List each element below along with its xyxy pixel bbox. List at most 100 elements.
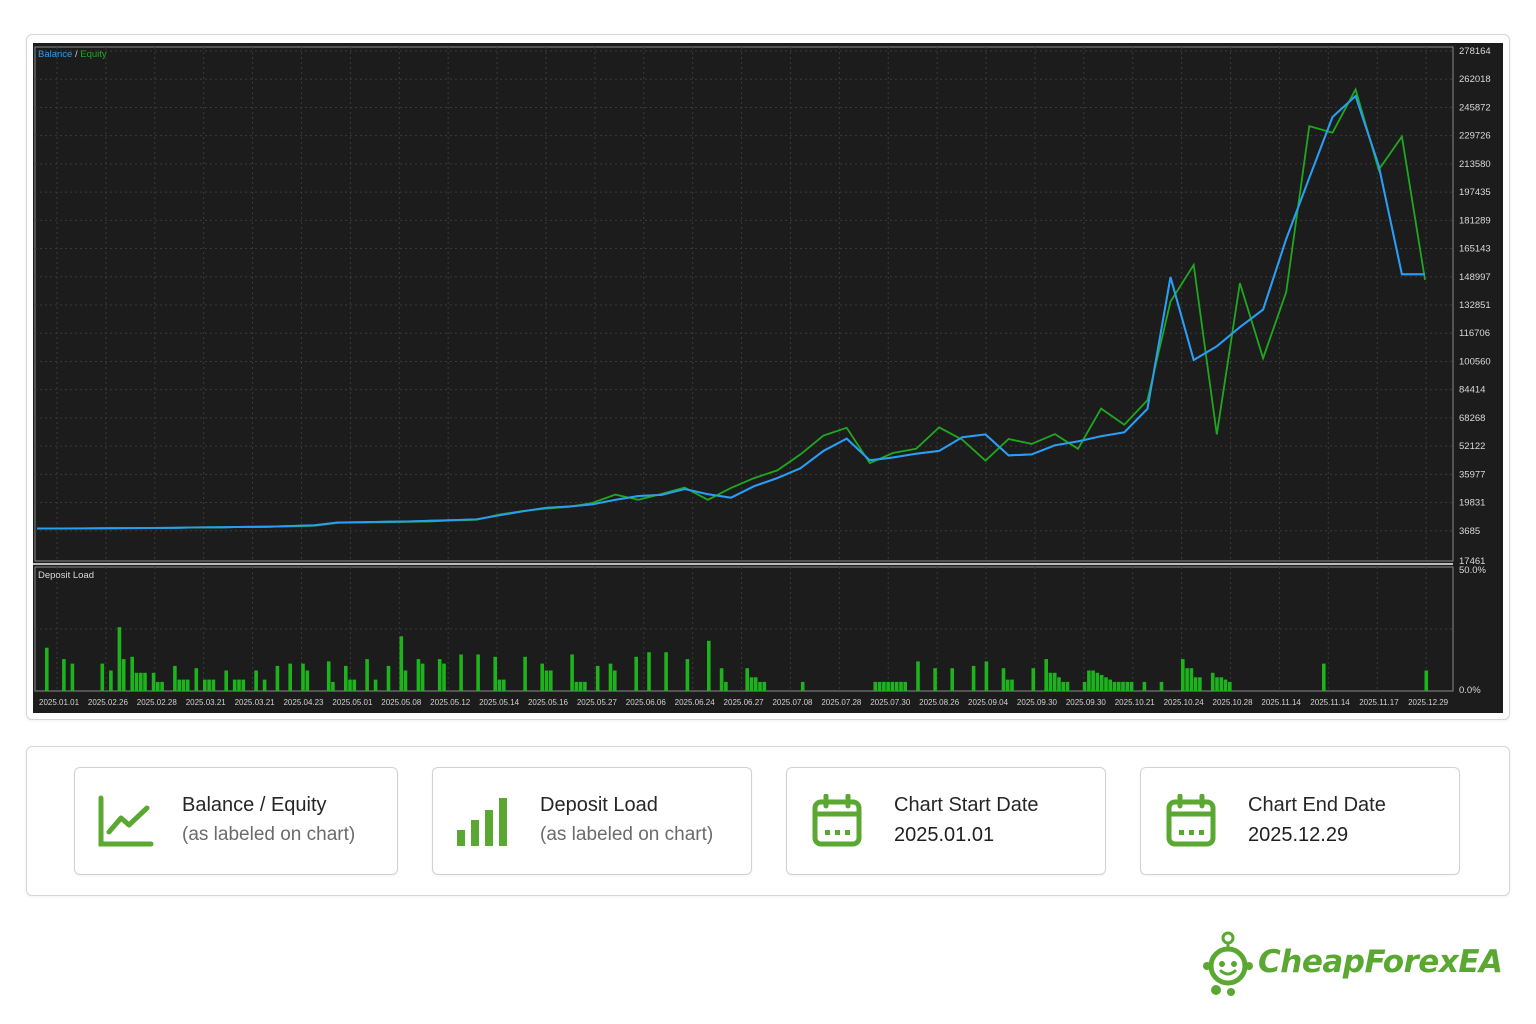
- deposit-bar: [1185, 668, 1189, 691]
- deposit-bar: [634, 656, 638, 691]
- deposit-bar: [1228, 681, 1232, 691]
- x-tick-label: 2025.01.01: [39, 698, 80, 707]
- deposit-bar: [151, 672, 156, 691]
- y-tick-label: 229726: [1459, 131, 1491, 142]
- deposit-bar: [1142, 681, 1147, 691]
- deposit-bar: [877, 681, 882, 691]
- deposit-bar: [1057, 677, 1061, 691]
- deposit-bar: [544, 670, 549, 691]
- deposit-bar: [331, 681, 335, 691]
- y-tick-label: 3685: [1459, 526, 1480, 537]
- deposit-bar: [950, 668, 954, 691]
- x-tick-label: 2025.06.24: [675, 698, 716, 707]
- deposit-bar: [1048, 672, 1053, 691]
- deposit-bar: [1082, 681, 1087, 691]
- deposit-bar: [894, 681, 899, 691]
- deposit-bar: [262, 679, 267, 691]
- deposit-bar: [1001, 668, 1006, 691]
- deposit-bar: [1108, 679, 1112, 691]
- deposit-bar: [890, 681, 895, 691]
- x-tick-label: 2025.07.08: [772, 698, 813, 707]
- deposit-bar: [100, 663, 105, 691]
- deposit-bar: [211, 679, 216, 691]
- calendar-icon: [812, 794, 862, 847]
- balance-equity-chart: 2025.01.01 2025.02.26 2025.02.28 2025.03.21…: [33, 43, 1503, 713]
- deposit-bar: [873, 681, 878, 691]
- deposit-bar: [130, 656, 134, 691]
- deposit-bar: [134, 672, 139, 691]
- deposit-bar: [1424, 670, 1429, 691]
- deposit-bar: [203, 679, 207, 691]
- deposit-bar: [442, 663, 446, 691]
- deposit-bar: [416, 659, 421, 691]
- calendar-icon: [1166, 794, 1216, 847]
- legend-equity: Equity: [80, 49, 107, 60]
- x-tick-label: 2025.05.08: [381, 698, 422, 707]
- deposit-bar: [1215, 677, 1219, 691]
- deposit-bar: [121, 659, 126, 691]
- deposit-bar: [664, 652, 668, 691]
- x-tick-label: 2025.10.28: [1213, 698, 1254, 707]
- deposit-bar: [1125, 681, 1130, 691]
- deposit-bar: [352, 679, 357, 691]
- line-chart-icon: [98, 795, 154, 847]
- deposit-bar: [117, 627, 122, 691]
- deposit-bar: [745, 668, 749, 691]
- deposit-bar: [608, 663, 613, 691]
- card-chart-start-date: Chart Start Date 2025.01.01: [786, 767, 1106, 875]
- deposit-bar: [437, 659, 442, 691]
- deposit-bar: [143, 672, 147, 691]
- logo-text: CheapForexEA: [1258, 944, 1503, 980]
- x-tick-label: 2025.11.17: [1359, 698, 1399, 707]
- y-tick-label: 262018: [1459, 74, 1491, 85]
- deposit-bar: [549, 670, 553, 691]
- deposit-bar: [194, 668, 199, 691]
- deposit-bar: [984, 661, 989, 691]
- deposit-bar: [570, 654, 574, 691]
- x-tick-label: 2025.05.16: [528, 698, 569, 707]
- deposit-bar: [254, 670, 258, 691]
- y-tick-label: 116706: [1459, 328, 1490, 339]
- card-subtitle: (as labeled on chart): [540, 824, 714, 845]
- deposit-bar: [933, 668, 937, 691]
- deposit-bar: [1159, 681, 1164, 691]
- deposit-y-tick-label: 0.0%: [1459, 685, 1481, 696]
- deposit-bar: [899, 681, 903, 691]
- deposit-bar: [886, 681, 890, 691]
- deposit-bar: [344, 665, 348, 691]
- deposit-bar: [185, 679, 190, 691]
- card-title: Balance / Equity: [182, 794, 327, 816]
- deposit-bar: [762, 681, 767, 691]
- x-tick-label: 2025.04.23: [283, 698, 324, 707]
- y-tick-label: 165143: [1459, 244, 1491, 255]
- deposit-bar: [173, 665, 177, 691]
- legend-separator: /: [72, 49, 80, 60]
- deposit-bar: [109, 670, 113, 691]
- deposit-bar: [45, 647, 49, 691]
- deposit-bar: [502, 679, 506, 691]
- deposit-bar: [971, 665, 976, 691]
- deposit-bar: [1044, 659, 1048, 691]
- card-balance-equity: Balance / Equity (as labeled on chart): [74, 767, 398, 875]
- chart-area: 2025.01.01 2025.02.26 2025.02.28 2025.03.21…: [33, 43, 1503, 713]
- brand-logo[interactable]: CheapForexEA: [1198, 930, 1518, 1000]
- deposit-bar: [574, 681, 579, 691]
- deposit-bar: [1065, 681, 1070, 691]
- deposit-bar: [583, 681, 587, 691]
- x-tick-label: 2025.12.29: [1408, 698, 1449, 707]
- deposit-bar: [459, 654, 463, 691]
- deposit-bar: [1121, 681, 1125, 691]
- y-tick-label: 52122: [1459, 441, 1485, 452]
- legend-balance: Balance: [38, 49, 72, 60]
- deposit-bar: [1005, 679, 1010, 691]
- y-tick-label: 245872: [1459, 102, 1491, 113]
- deposit-bar: [237, 679, 241, 691]
- y-tick-label: 278164: [1459, 46, 1491, 57]
- y-tick-label: 181289: [1459, 215, 1491, 226]
- deposit-bar: [1322, 663, 1326, 691]
- card-value: 2025.12.29: [1248, 824, 1349, 846]
- deposit-bar: [1087, 670, 1091, 691]
- deposit-bar: [753, 677, 758, 691]
- deposit-bar: [62, 659, 66, 691]
- deposit-bar: [1181, 659, 1185, 691]
